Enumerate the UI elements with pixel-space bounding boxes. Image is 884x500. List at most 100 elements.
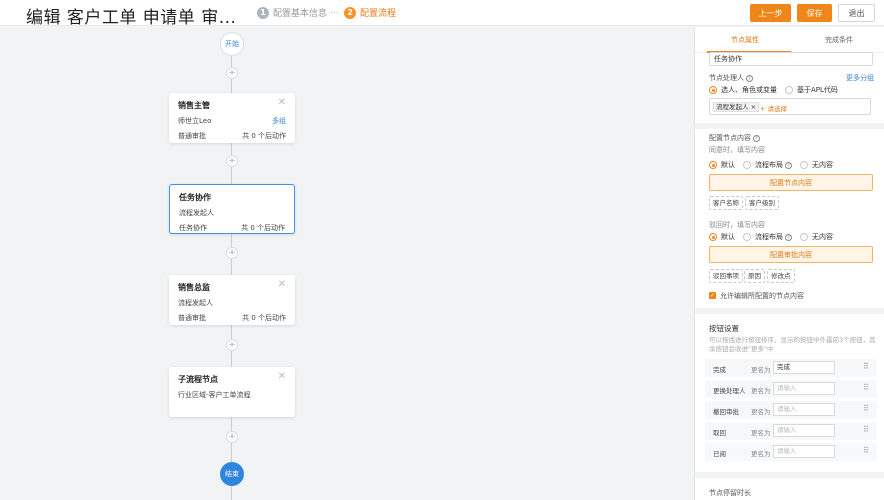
- drag-handle-icon[interactable]: ⠿: [863, 404, 869, 413]
- config-node-content-button[interactable]: 配置节点内容: [709, 174, 873, 191]
- prev-step-button[interactable]: 上一步: [750, 4, 791, 22]
- handler-label-text: 节点处理人: [709, 74, 744, 82]
- rename-input[interactable]: 请输入: [773, 445, 835, 458]
- drag-handle-icon[interactable]: ⠿: [863, 425, 869, 434]
- node-multi-group-link[interactable]: 多组: [272, 116, 286, 126]
- reject-radio-group: 默认 流程布局? 无内容: [709, 232, 841, 242]
- save-button[interactable]: 保存: [797, 4, 832, 22]
- tag-label: 流程发起人: [716, 103, 749, 111]
- node-assignee: 流程发起人: [178, 299, 213, 307]
- add-node-button[interactable]: +: [226, 247, 238, 259]
- config-approval-content-button[interactable]: 配置审批内容: [709, 246, 873, 263]
- help-icon[interactable]: ?: [785, 233, 792, 241]
- close-icon[interactable]: ✕: [278, 97, 286, 108]
- step-number: 2: [344, 6, 356, 19]
- allow-edit-checkbox[interactable]: ✓: [709, 292, 716, 299]
- radio-option-default[interactable]: 默认: [709, 160, 735, 170]
- content-label-text: 配置节点内容: [709, 134, 751, 142]
- exit-button[interactable]: 退出: [838, 4, 875, 22]
- radio-label: 默认: [721, 233, 735, 241]
- add-node-button[interactable]: +: [226, 155, 238, 167]
- add-node-button[interactable]: +: [226, 431, 238, 443]
- drag-handle-icon[interactable]: ⠿: [863, 446, 869, 455]
- rename-input[interactable]: 请输入: [773, 403, 835, 416]
- node-name-input[interactable]: 任务协作: [709, 52, 873, 66]
- node-title: 任务协作: [179, 193, 211, 202]
- node-title: 销售主管: [178, 101, 210, 110]
- agree-content-label: 同意时，填写内容: [709, 146, 765, 154]
- help-icon[interactable]: ?: [746, 75, 753, 82]
- node-type: 任务协作: [179, 224, 207, 232]
- rename-label: 更名为: [751, 387, 771, 395]
- rename-label: 更名为: [751, 450, 771, 458]
- radio-label: 无内容: [812, 161, 833, 169]
- node-assignee: 流程发起人: [179, 209, 214, 217]
- node-stay-duration-label: 节点停留时长: [709, 489, 751, 497]
- content-field-chip[interactable]: 修改点: [767, 269, 795, 283]
- divider: [695, 123, 884, 129]
- radio-icon: [743, 233, 751, 241]
- top-header: 编辑 客户工单 申请单 审... 1 配置基本信息 ... 2 配置流程 上一步…: [0, 0, 884, 28]
- node-title: 销售总监: [178, 283, 210, 292]
- close-icon[interactable]: ✕: [278, 371, 286, 382]
- button-name: 完成: [713, 366, 726, 374]
- close-icon[interactable]: ✕: [278, 279, 286, 290]
- flow-node-sales-director[interactable]: 销售总监 ✕ 流程发起人 普通审批 共 0 个后动作: [169, 275, 295, 325]
- handler-label: 节点处理人?: [709, 73, 753, 83]
- content-field-chip[interactable]: 驳回事项: [709, 269, 743, 283]
- radio-option-default[interactable]: 默认: [709, 232, 735, 242]
- flow-node-subprocess[interactable]: 子流程节点 ✕ 行业区域-客户工单流程: [169, 367, 295, 417]
- drag-handle-icon[interactable]: ⠿: [863, 362, 869, 371]
- content-field-chip[interactable]: 客户级别: [745, 196, 779, 210]
- radio-option-layout[interactable]: 流程布局?: [743, 160, 792, 170]
- end-node[interactable]: 结束: [220, 462, 244, 486]
- rename-label: 更名为: [751, 429, 771, 437]
- rename-input[interactable]: 完成: [773, 361, 835, 374]
- remove-tag-icon[interactable]: ×: [751, 103, 756, 111]
- tab-node-properties[interactable]: 节点属性: [731, 35, 759, 45]
- radio-option-none[interactable]: 无内容: [800, 232, 833, 242]
- rename-label: 更名为: [751, 408, 771, 416]
- node-actions-count: 共 0 个后动作: [241, 224, 285, 232]
- page-title: 编辑 客户工单 申请单 审...: [26, 8, 237, 28]
- radio-option-layout[interactable]: 流程布局?: [743, 232, 792, 242]
- agree-radio-group: 默认 流程布局? 无内容: [709, 160, 841, 170]
- start-node[interactable]: 开始: [220, 32, 244, 56]
- flow-canvas[interactable]: 开始 + 销售主管 ✕ 师世立Leo 多组 普通审批 共 0 个后动作 + 任务…: [0, 27, 694, 500]
- rename-input[interactable]: 请输入: [773, 424, 835, 437]
- button-name: 已阅: [713, 450, 726, 458]
- radio-icon: [800, 161, 808, 169]
- radio-option-apl-code[interactable]: 基于APL代码: [785, 85, 838, 95]
- add-node-button[interactable]: +: [226, 67, 238, 79]
- rename-label: 更名为: [751, 366, 771, 374]
- button-setting-row: 完成 更名为 完成 ⠿: [705, 359, 877, 377]
- radio-option-select-person[interactable]: 选人、角色或变量: [709, 85, 777, 95]
- add-node-button[interactable]: +: [226, 339, 238, 351]
- radio-selected-icon: [709, 233, 717, 241]
- radio-icon: [800, 233, 808, 241]
- step-basic-info[interactable]: 1 配置基本信息: [257, 6, 327, 19]
- radio-label: 流程布局: [755, 161, 783, 169]
- handler-radio-group: 选人、角色或变量 基于APL代码: [709, 85, 846, 95]
- node-assignee: 师世立Leo: [178, 117, 212, 125]
- content-field-chip[interactable]: 客户名称: [709, 196, 743, 210]
- content-field-chip[interactable]: 原因: [744, 269, 765, 283]
- drag-handle-icon[interactable]: ⠿: [863, 383, 869, 392]
- button-name: 撤回审批: [713, 408, 739, 416]
- radio-option-none[interactable]: 无内容: [800, 160, 833, 170]
- rename-input[interactable]: 请输入: [773, 382, 835, 395]
- reject-content-label: 驳回时，填写内容: [709, 221, 765, 229]
- step-flow-config[interactable]: 2 配置流程: [344, 6, 396, 19]
- flow-node-task-collab[interactable]: 任务协作 流程发起人 任务协作 共 0 个后动作: [169, 184, 295, 234]
- add-handler-button[interactable]: + 请选择: [760, 103, 787, 113]
- handler-select-box[interactable]: 流程发起人 × + 请选择: [709, 98, 871, 115]
- help-icon[interactable]: ?: [785, 161, 792, 169]
- help-icon[interactable]: ?: [753, 135, 760, 142]
- flow-node-sales-manager[interactable]: 销售主管 ✕ 师世立Leo 多组 普通审批 共 0 个后动作: [169, 93, 295, 143]
- radio-icon: [743, 161, 751, 169]
- more-groups-link[interactable]: 更多分组: [846, 73, 874, 83]
- allow-edit-label: 允许编辑所配置的节点内容: [720, 292, 804, 300]
- radio-selected-icon: [709, 86, 717, 94]
- tab-completion-conditions[interactable]: 完成条件: [825, 35, 853, 45]
- node-subprocess-name: 行业区域-客户工单流程: [178, 391, 251, 399]
